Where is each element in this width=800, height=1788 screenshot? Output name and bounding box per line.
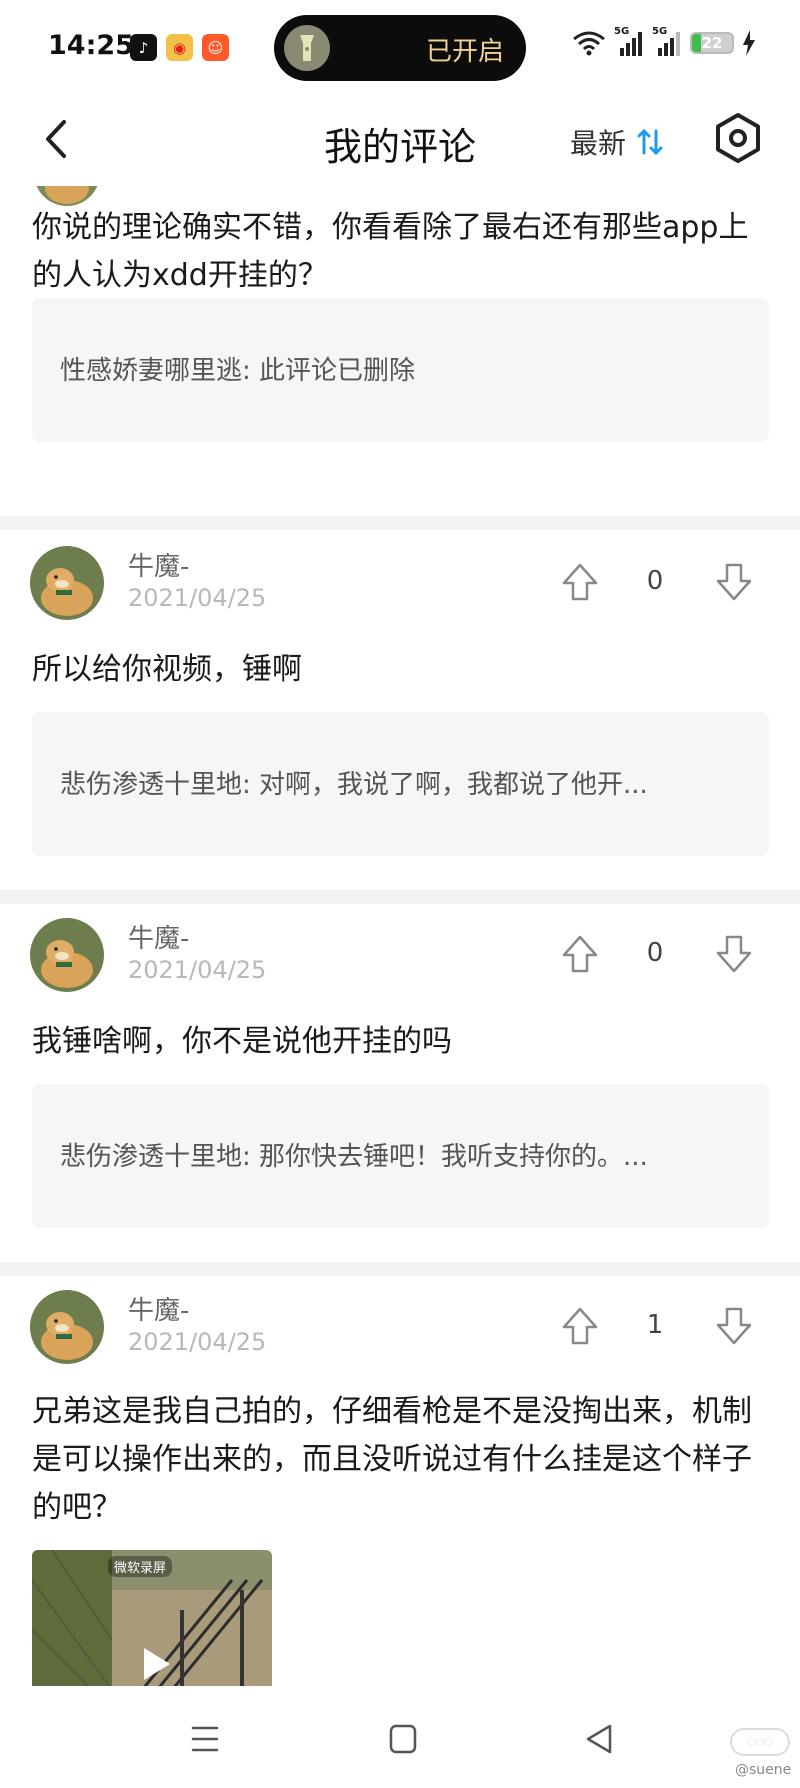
- upvote-button[interactable]: [560, 1306, 600, 1346]
- avatar[interactable]: [30, 1290, 104, 1364]
- username[interactable]: 牛魔-: [128, 546, 189, 583]
- charging-icon: [743, 30, 755, 56]
- system-nav-bar: ◌◌◌ @suene: [0, 1688, 800, 1788]
- vote-count: 1: [646, 1310, 664, 1340]
- flashlight-status: 已开启: [425, 37, 504, 67]
- divider: [0, 1262, 800, 1276]
- quoted-comment[interactable]: 性感娇妻哪里逃: 此评论已删除: [32, 298, 769, 442]
- upvote-button[interactable]: [560, 934, 600, 974]
- comment-header: 牛魔- 2021/04/25 0: [0, 546, 800, 626]
- status-bar: 14:25 ♪ ◉ ☺ 已开启 5G 5G 22: [0, 0, 800, 96]
- tiktok-icon: ♪: [130, 34, 157, 61]
- flashlight-icon: [284, 25, 330, 71]
- upvote-arrow-icon: [562, 1307, 598, 1345]
- play-icon[interactable]: [140, 1646, 172, 1682]
- divider: [0, 516, 800, 530]
- downvote-button[interactable]: [714, 562, 754, 602]
- wifi-icon: [573, 31, 605, 56]
- video-thumbnail[interactable]: 微软录屏: [32, 1550, 272, 1686]
- watermark-logo: ◌◌◌: [730, 1728, 790, 1756]
- square-icon: [389, 1724, 417, 1754]
- downvote-arrow-icon: [716, 1307, 752, 1345]
- comment-text: 我锤啥啊，你不是说他开挂的吗: [32, 1024, 452, 1059]
- triangle-back-icon: [586, 1724, 612, 1754]
- battery-level: 22: [701, 34, 723, 52]
- sort-button[interactable]: 最新: [570, 122, 664, 162]
- menu-button[interactable]: [185, 1722, 225, 1756]
- comment-text: 所以给你视频，锤啊: [32, 652, 302, 687]
- comment-feed[interactable]: 你说的理论确实不错，你看看除了最右还有那些app上的人认为xdd开挂的？ 性感娇…: [0, 186, 800, 1686]
- gear-icon: [716, 113, 760, 163]
- cellular-signal-2-icon: 5G: [652, 26, 682, 56]
- sort-arrows-icon: [637, 128, 663, 156]
- settings-button[interactable]: [714, 112, 762, 164]
- weibo-icon: ◉: [166, 34, 193, 61]
- vote-count: 0: [646, 566, 664, 596]
- upvote-button[interactable]: [560, 562, 600, 602]
- comment-date: 2021/04/25: [128, 1328, 267, 1356]
- vote-count: 0: [646, 938, 664, 968]
- flashlight-island[interactable]: 已开启: [274, 15, 526, 81]
- downvote-button[interactable]: [714, 1306, 754, 1346]
- status-time: 14:25: [48, 30, 134, 61]
- downvote-arrow-icon: [716, 563, 752, 601]
- hamburger-icon: [191, 1726, 219, 1752]
- avatar[interactable]: [34, 186, 100, 206]
- username[interactable]: 牛魔-: [128, 1290, 189, 1327]
- battery-icon: 22: [690, 32, 734, 54]
- quoted-comment[interactable]: 悲伤渗透十里地: 对啊，我说了啊，我都说了他开...: [32, 712, 769, 856]
- comment-date: 2021/04/25: [128, 584, 267, 612]
- comment-text: 你说的理论确实不错，你看看除了最右还有那些app上的人认为xdd开挂的？: [32, 210, 749, 293]
- quoted-comment-text: 悲伤渗透十里地: 对啊，我说了啊，我都说了他开...: [60, 770, 648, 800]
- back-nav-button[interactable]: [580, 1722, 620, 1756]
- page-title: 我的评论: [323, 125, 476, 169]
- watermark-text: @suene: [735, 1762, 792, 1778]
- avatar[interactable]: [30, 918, 104, 992]
- screen-recorder-label: 微软录屏: [108, 1556, 173, 1577]
- quoted-comment[interactable]: 悲伤渗透十里地: 那你快去锤吧！我听支持你的。...: [32, 1084, 769, 1228]
- divider: [0, 890, 800, 904]
- comment-date: 2021/04/25: [128, 956, 267, 984]
- upvote-arrow-icon: [562, 563, 598, 601]
- downvote-button[interactable]: [714, 934, 754, 974]
- cellular-signal-1-icon: 5G: [614, 26, 644, 56]
- quoted-comment-text: 性感娇妻哪里逃: 此评论已删除: [60, 356, 416, 386]
- comment-text: 兄弟这是我自己拍的，仔细看枪是不是没掏出来，机制是可以操作出来的，而且没听说过有…: [32, 1394, 752, 1525]
- comment-header: 牛魔- 2021/04/25 0: [0, 918, 800, 998]
- username[interactable]: 牛魔-: [128, 918, 189, 955]
- home-button[interactable]: [383, 1722, 423, 1756]
- quoted-comment-text: 悲伤渗透十里地: 那你快去锤吧！我听支持你的。...: [60, 1142, 648, 1172]
- status-indicators: 5G 5G 22: [572, 26, 756, 56]
- title-bar: 我的评论 最新: [0, 96, 800, 186]
- upvote-arrow-icon: [562, 935, 598, 973]
- downvote-arrow-icon: [716, 935, 752, 973]
- sort-label: 最新: [570, 127, 627, 160]
- avatar[interactable]: [30, 546, 104, 620]
- comment-header: 牛魔- 2021/04/25 1: [0, 1290, 800, 1370]
- taobao-icon: ☺: [202, 34, 229, 61]
